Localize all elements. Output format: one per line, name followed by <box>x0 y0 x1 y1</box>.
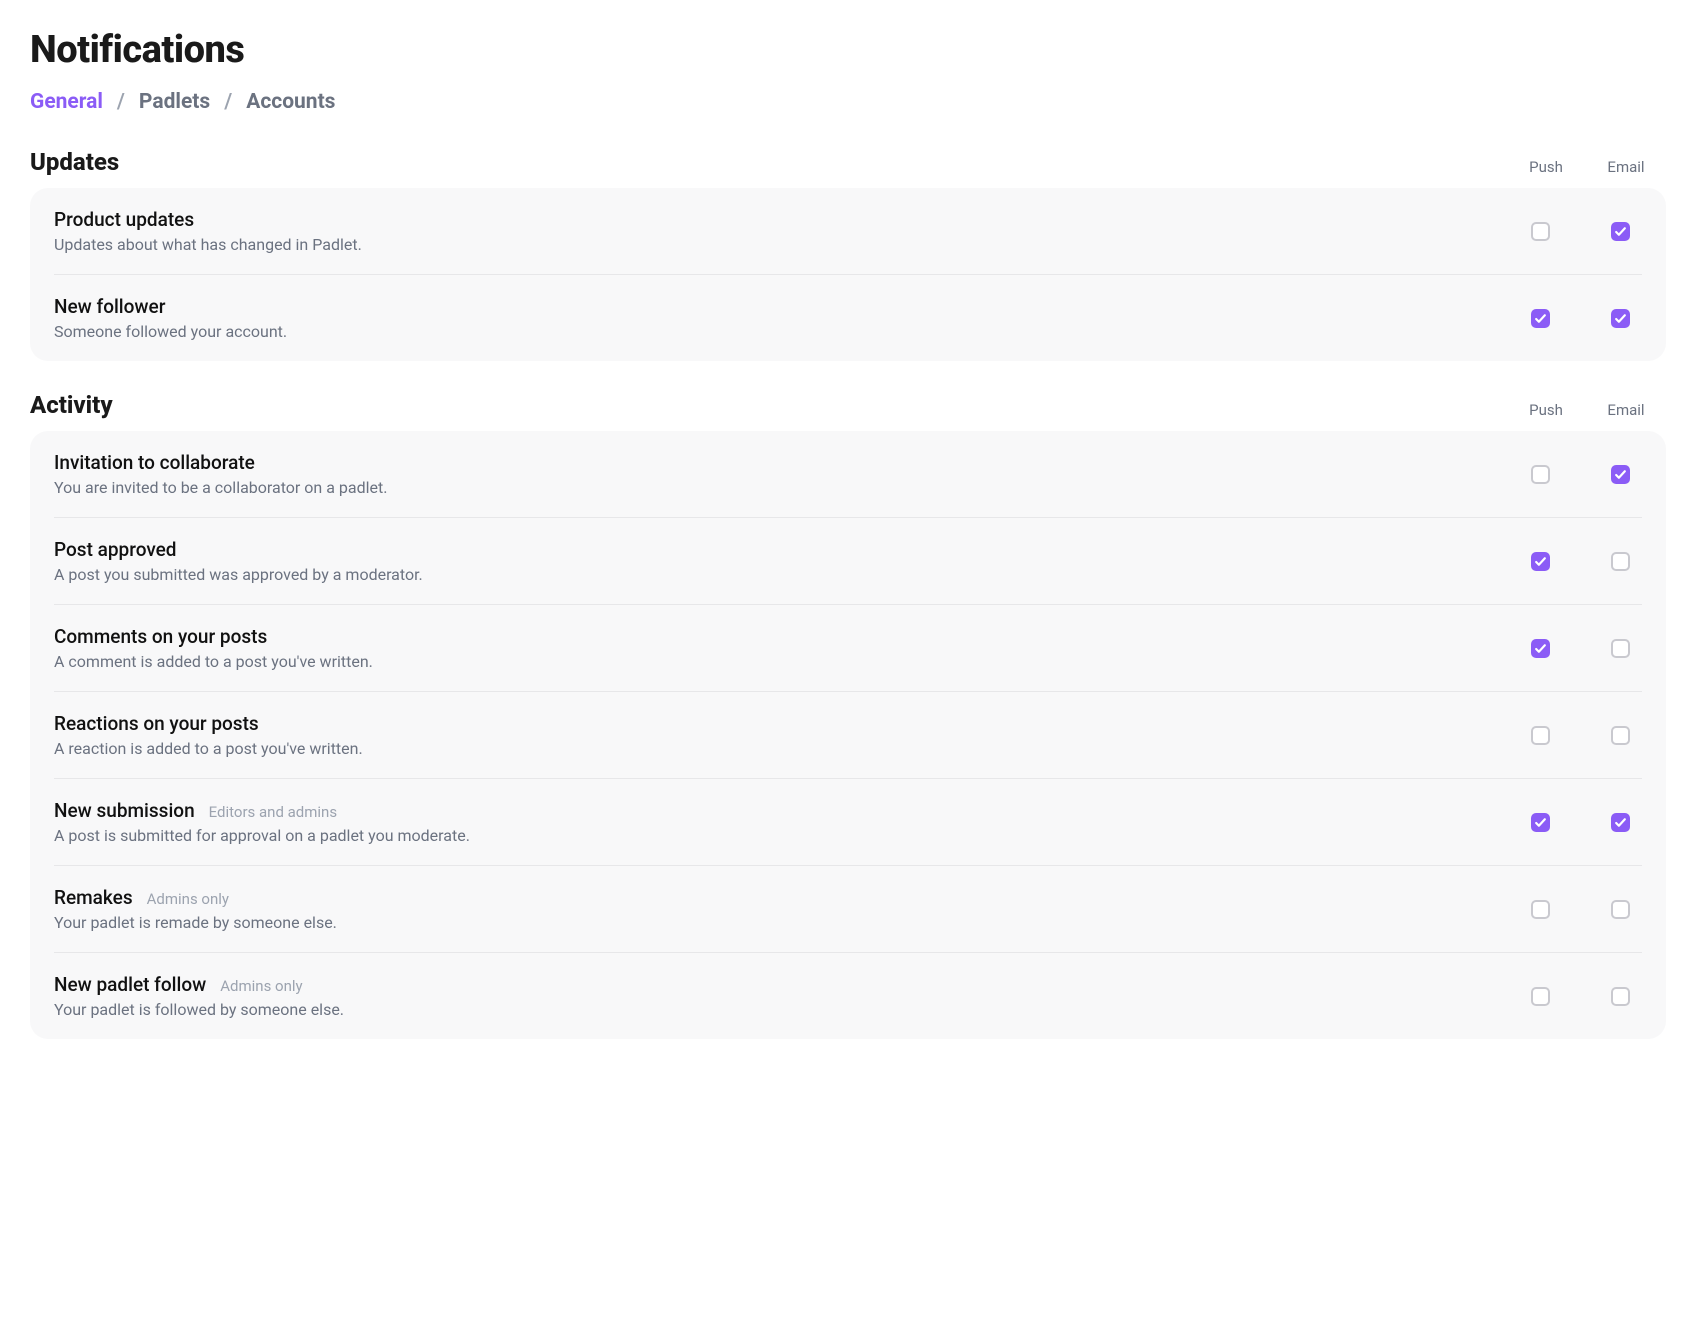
settings-card: Invitation to collaborate You are invited… <box>30 431 1666 1039</box>
row-description: A post is submitted for approval on a pa… <box>54 826 1518 845</box>
checkbox-email[interactable] <box>1611 813 1630 832</box>
row-description: A post you submitted was approved by a m… <box>54 565 1518 584</box>
settings-row: New follower Someone followed your accoun… <box>54 275 1642 361</box>
row-badge: Admins only <box>147 890 229 908</box>
tabs-nav: General / Padlets / Accounts <box>30 90 1666 114</box>
checkbox-email[interactable] <box>1611 987 1630 1006</box>
row-title: Product updates <box>54 208 194 231</box>
checkbox-email[interactable] <box>1611 222 1630 241</box>
page-title: Notifications <box>30 28 1666 72</box>
settings-row: Comments on your posts A comment is added… <box>54 605 1642 692</box>
row-description: A reaction is added to a post you've wri… <box>54 739 1518 758</box>
column-header-push: Push <box>1524 401 1568 419</box>
row-title: Post approved <box>54 538 177 561</box>
tab-accounts[interactable]: Accounts <box>246 90 335 114</box>
row-description: Updates about what has changed in Padlet… <box>54 235 1518 254</box>
checkbox-email[interactable] <box>1611 552 1630 571</box>
checkbox-push[interactable] <box>1531 987 1550 1006</box>
row-title: Comments on your posts <box>54 625 267 648</box>
checkbox-email[interactable] <box>1611 726 1630 745</box>
tab-separator: / <box>117 90 125 114</box>
row-badge: Editors and admins <box>209 803 337 821</box>
settings-row: Post approved A post you submitted was ap… <box>54 518 1642 605</box>
row-description: You are invited to be a collaborator on … <box>54 478 1518 497</box>
section-title: Activity <box>30 391 113 419</box>
settings-row: Product updates Updates about what has ch… <box>54 188 1642 275</box>
row-description: Someone followed your account. <box>54 322 1518 341</box>
row-title: New follower <box>54 295 165 318</box>
checkbox-push[interactable] <box>1531 726 1550 745</box>
tab-general[interactable]: General <box>30 90 103 114</box>
column-header-push: Push <box>1524 158 1568 176</box>
tab-padlets[interactable]: Padlets <box>139 90 210 114</box>
checkbox-email[interactable] <box>1611 639 1630 658</box>
row-title: Remakes <box>54 886 133 909</box>
checkbox-push[interactable] <box>1531 900 1550 919</box>
checkbox-push[interactable] <box>1531 309 1550 328</box>
checkbox-push[interactable] <box>1531 465 1550 484</box>
tab-separator: / <box>224 90 232 114</box>
checkbox-email[interactable] <box>1611 309 1630 328</box>
row-title: New submission <box>54 799 195 822</box>
column-header-email: Email <box>1604 401 1648 419</box>
checkbox-email[interactable] <box>1611 900 1630 919</box>
row-title: New padlet follow <box>54 973 206 996</box>
row-description: A comment is added to a post you've writ… <box>54 652 1518 671</box>
settings-row: Remakes Admins only Your padlet is remade … <box>54 866 1642 953</box>
checkbox-email[interactable] <box>1611 465 1630 484</box>
row-description: Your padlet is followed by someone else. <box>54 1000 1518 1019</box>
checkbox-push[interactable] <box>1531 222 1550 241</box>
row-description: Your padlet is remade by someone else. <box>54 913 1518 932</box>
settings-row: New submission Editors and admins A post i… <box>54 779 1642 866</box>
section-title: Updates <box>30 148 119 176</box>
row-title: Reactions on your posts <box>54 712 259 735</box>
column-header-email: Email <box>1604 158 1648 176</box>
settings-row: New padlet follow Admins only Your padlet … <box>54 953 1642 1039</box>
row-title: Invitation to collaborate <box>54 451 255 474</box>
settings-row: Invitation to collaborate You are invited… <box>54 431 1642 518</box>
row-badge: Admins only <box>220 977 302 995</box>
settings-card: Product updates Updates about what has ch… <box>30 188 1666 361</box>
settings-row: Reactions on your posts A reaction is add… <box>54 692 1642 779</box>
checkbox-push[interactable] <box>1531 552 1550 571</box>
checkbox-push[interactable] <box>1531 639 1550 658</box>
checkbox-push[interactable] <box>1531 813 1550 832</box>
